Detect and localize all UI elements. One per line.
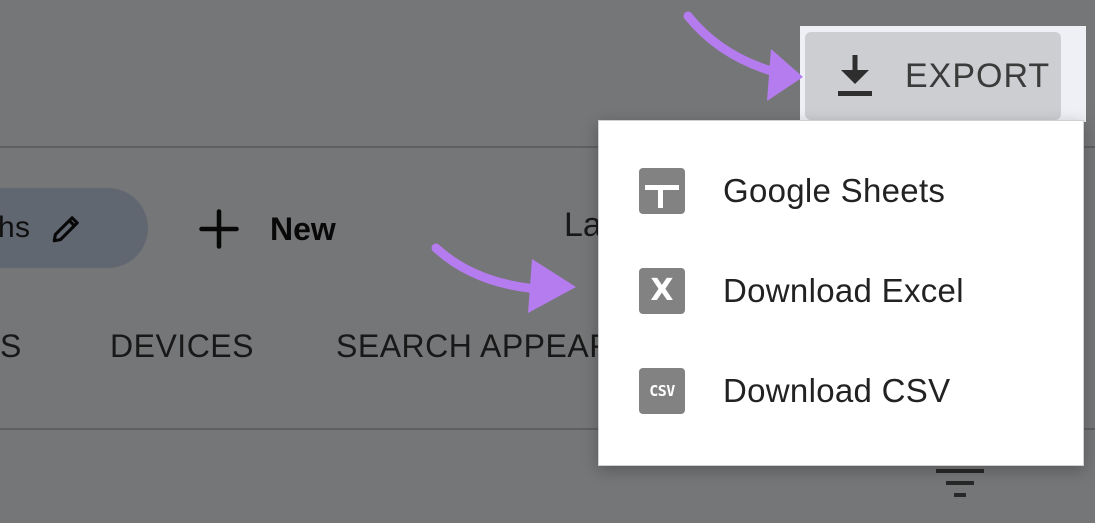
annotation-arrow-menu <box>431 243 576 313</box>
